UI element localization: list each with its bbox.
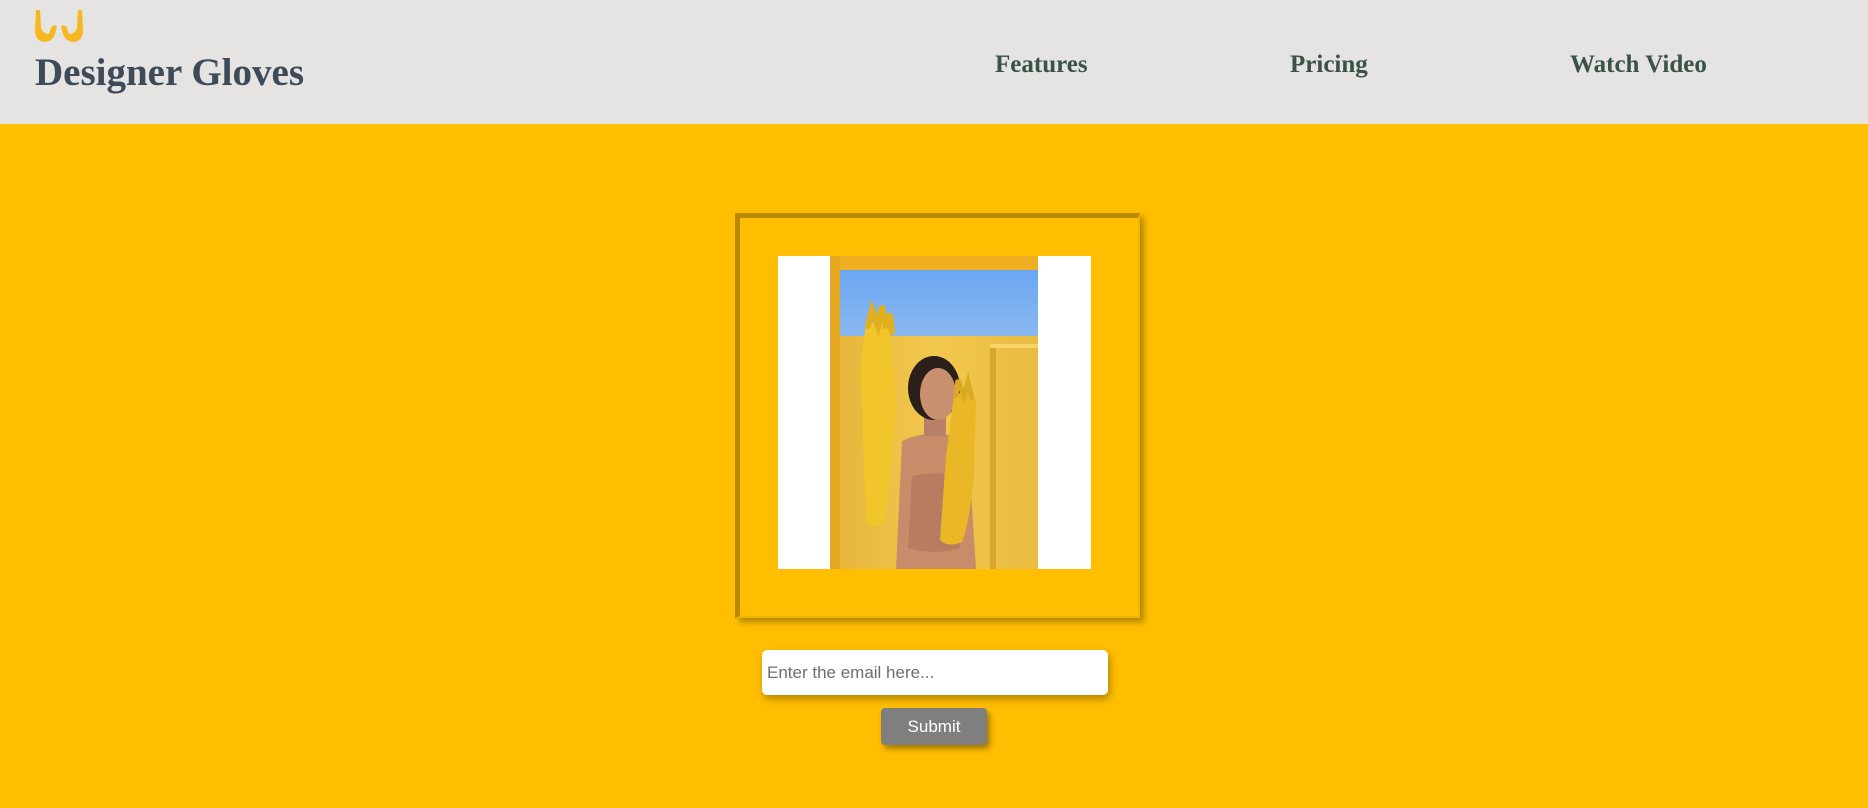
hands-icon [35,10,83,42]
nav-pricing-link[interactable]: Pricing [1290,51,1368,79]
hero-image [778,256,1091,569]
site-header: Designer Gloves Features Pricing Watch V… [0,0,1868,124]
submit-button[interactable]: Submit [881,708,987,745]
nav-features-link[interactable]: Features [995,51,1088,79]
email-input[interactable] [762,650,1108,695]
woman-wearing-yellow-gloves-photo [830,256,1038,569]
nav-watch-video-link[interactable]: Watch Video [1570,51,1707,79]
brand-title: Designer Gloves [35,51,305,94]
